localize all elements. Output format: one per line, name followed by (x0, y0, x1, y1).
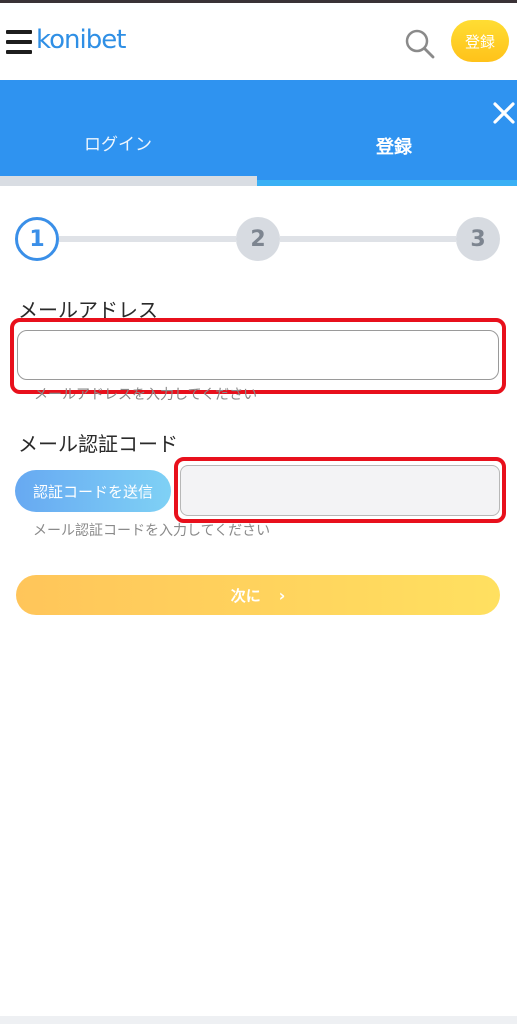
step-connector-1 (59, 236, 236, 242)
app-header: konibet 登録 (0, 3, 517, 80)
step-connector-2 (280, 236, 456, 242)
verification-code-label: メール認証コード (18, 432, 178, 456)
email-field[interactable] (17, 330, 499, 380)
tab-login-underline (0, 176, 257, 186)
next-button-label: 次に (230, 586, 261, 605)
step-indicator-2: 2 (236, 217, 280, 261)
tab-login[interactable]: ログイン (84, 130, 152, 155)
chevron-right-icon: › (278, 585, 286, 605)
tab-register[interactable]: 登録 (376, 133, 412, 159)
menu-icon[interactable] (6, 30, 32, 54)
bottom-bar (0, 1016, 517, 1024)
code-hint: メール認証コードを入力してください (33, 523, 271, 539)
next-button[interactable]: 次に › (16, 575, 500, 615)
step-indicator-3: 3 (456, 217, 500, 261)
send-code-button[interactable]: 認証コードを送信 (15, 470, 171, 512)
header-register-button[interactable]: 登録 (451, 20, 509, 62)
verification-code-field[interactable] (180, 465, 500, 516)
close-icon[interactable] (489, 98, 517, 130)
tab-register-underline (257, 180, 517, 186)
brand-logo[interactable]: konibet (36, 25, 126, 55)
email-hint: メールアドレスを入力してください (34, 387, 258, 403)
email-label: メールアドレス (18, 298, 158, 322)
search-icon[interactable] (404, 28, 436, 60)
step-indicator-1: 1 (15, 217, 59, 261)
auth-tab-bar (0, 80, 517, 186)
